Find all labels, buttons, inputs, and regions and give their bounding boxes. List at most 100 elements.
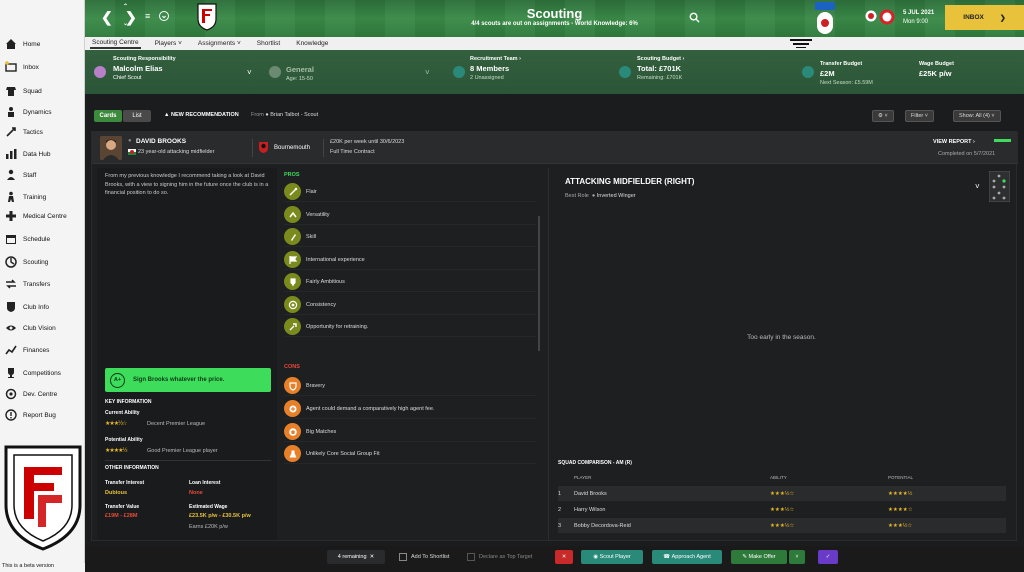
resp-label: Scouting Responsibility — [113, 56, 176, 62]
team-sub: 2 Unassigned — [470, 75, 504, 81]
date-display: 5 JUL 2021 Mon 9:00 — [903, 9, 934, 27]
close-icon[interactable]: ✕ — [370, 554, 375, 560]
report-bug-icon — [4, 409, 18, 421]
chevron-right-icon: › — [682, 56, 685, 62]
make-offer-button[interactable]: ✎ Make Offer — [731, 550, 787, 564]
list-view-button[interactable]: List — [123, 110, 151, 122]
con-label: Bravery — [306, 382, 325, 389]
flair-icon — [284, 183, 301, 200]
column-header-ability[interactable]: ABILITY — [770, 475, 787, 480]
sidebar-item-competitions[interactable]: Competitions — [4, 365, 61, 381]
scouting-responsibility[interactable]: Scouting Responsibility Malcolm Elias Ch… — [113, 56, 176, 81]
pros-scrollbar[interactable] — [538, 216, 540, 351]
tab-scouting-centre[interactable]: Scouting Centre — [90, 38, 141, 49]
sidebar-item-dev-centre[interactable]: Dev. Centre — [4, 386, 57, 402]
inbox-button[interactable]: INBOX ❯ — [945, 5, 1024, 30]
chevron-down-icon[interactable]: ˅ — [247, 68, 252, 77]
sidebar-item-label: Transfers — [23, 280, 51, 288]
column-header-player[interactable]: PLAYER — [574, 475, 591, 480]
player-name[interactable]: DAVID BROOKS — [136, 138, 186, 145]
sidebar-item-scouting[interactable]: Scouting — [4, 254, 48, 270]
search-icon[interactable] — [689, 12, 700, 23]
scouting-range[interactable]: General Age: 15-50 — [286, 65, 314, 82]
table-row[interactable]: 1 David Brooks ★★★½☆ ★★★★½ — [558, 486, 1006, 501]
pro-label: Skill — [306, 233, 317, 240]
versatility-icon — [284, 206, 301, 223]
tab-assignments[interactable]: Assignments ˅ — [196, 39, 243, 48]
declare-top-target-checkbox[interactable]: Declare as Top Target — [467, 550, 532, 564]
approach-agent-button[interactable]: ☎ Approach Agent — [652, 550, 722, 564]
sub-nav-tabs: Scouting Centre Players ˅ Assignments ˅ … — [85, 37, 1024, 50]
pro-label: Versatility — [306, 211, 330, 218]
sidebar-item-club-info[interactable]: Club Info — [4, 299, 49, 315]
pro-item: Versatility — [284, 205, 536, 225]
inbox-label: INBOX — [963, 14, 984, 21]
loan-interest-value: None — [189, 490, 203, 496]
new-rec-label: NEW RECOMMENDATION — [170, 112, 239, 118]
scout-player-button[interactable]: ◉ Scout Player — [581, 550, 643, 564]
sidebar-item-tactics[interactable]: Tactics — [4, 124, 43, 140]
divider — [252, 139, 253, 157]
report-card: ● DAVID BROOKS 23 year-old attacking mid… — [91, 131, 1018, 541]
from-filter[interactable]: From ● Brian Talbot - Scout — [251, 112, 318, 118]
sidebar-item-inbox[interactable]: Inbox — [4, 59, 39, 75]
table-row[interactable]: 3 Bobby Decordova-Reid ★★★½☆ ★★★½☆ — [558, 518, 1006, 533]
scout-player-label: Scout Player — [599, 554, 631, 560]
add-to-shortlist-checkbox[interactable]: Add To Shortlist — [399, 550, 449, 564]
sidebar-item-dynamics[interactable]: Dynamics — [4, 104, 52, 120]
resp-name: Malcolm Elias — [113, 64, 163, 73]
sidebar-item-data-hub[interactable]: Data Hub — [4, 146, 50, 162]
approach-agent-label: Approach Agent — [671, 554, 711, 560]
sidebar-item-medical-centre[interactable]: Medical Centre — [4, 208, 67, 224]
transfer-sub: Next Season: £5.59M — [820, 80, 873, 86]
sidebar-item-label: Club Info — [23, 303, 50, 311]
make-offer-dropdown[interactable]: ˅ — [789, 550, 805, 564]
column-header-potential[interactable]: POTENTIAL — [888, 475, 913, 480]
scouting-budget[interactable]: Scouting Budget › Total: £701K Remaining… — [637, 56, 684, 81]
sidebar-item-club-vision[interactable]: Club Vision — [4, 320, 56, 336]
sidebar-item-home[interactable]: Home — [4, 36, 40, 52]
sidebar-item-report-bug[interactable]: Report Bug — [4, 407, 56, 423]
sidebar-item-label: Tactics — [23, 128, 43, 136]
tab-shortlist[interactable]: Shortlist — [255, 39, 282, 48]
table-row[interactable]: 2 Harry Wilson ★★★½☆ ★★★★☆ — [558, 502, 1006, 517]
hamburger-menu-icon[interactable] — [790, 39, 812, 49]
competitions-icon — [4, 367, 18, 379]
chevron-down-icon[interactable]: ˅ — [425, 68, 430, 77]
club-info-icon — [4, 301, 18, 313]
view-report-link[interactable]: VIEW REPORT › — [933, 139, 975, 145]
from-label: From — [251, 112, 264, 118]
row-player-name: Harry Wilson — [574, 506, 606, 513]
sidebar-item-training[interactable]: Training — [4, 189, 46, 205]
recruitment-team[interactable]: Recruitment Team › 8 Members 2 Unassigne… — [470, 56, 521, 81]
tab-knowledge[interactable]: Knowledge — [294, 39, 330, 48]
pro-item: Opportunity for retraining. — [284, 317, 536, 337]
sidebar-item-transfers[interactable]: Transfers — [4, 276, 50, 292]
chevron-down-icon: ˅ — [795, 554, 799, 560]
sidebar-item-label: Medical Centre — [23, 212, 67, 220]
sidebar-item-label: Training — [23, 193, 47, 201]
best-role: Best Role ● Inverted Winger — [565, 193, 636, 199]
pitch-position-icon — [989, 171, 1010, 202]
checkbox-icon — [399, 553, 407, 561]
sidebar-item-schedule[interactable]: Schedule — [4, 231, 50, 247]
cards-view-button[interactable]: Cards — [94, 110, 122, 122]
settings-button[interactable]: ⚙ ˅ — [872, 110, 894, 122]
data-hub-icon — [4, 148, 18, 160]
pro-item: International experience — [284, 250, 536, 270]
player-club[interactable]: Bournemouth — [274, 145, 310, 151]
sidebar-item-finances[interactable]: Finances — [4, 342, 49, 358]
show-dropdown[interactable]: Show: All (4) ˅ — [953, 110, 1001, 122]
tab-players[interactable]: Players ˅ — [153, 39, 184, 48]
sidebar-item-staff[interactable]: Staff — [4, 167, 36, 183]
filter-button[interactable]: Filter ˅ — [905, 110, 934, 122]
chevron-down-icon[interactable]: ˅ — [975, 182, 980, 191]
report-summary-column: From my previous knowledge I recommend t… — [97, 168, 277, 540]
confirm-button[interactable]: ✓ — [818, 550, 838, 564]
player-avatar[interactable] — [100, 136, 122, 160]
new-recommendation-button[interactable]: ▲ NEW RECOMMENDATION — [164, 112, 239, 118]
pro-label: Fairly Ambitious — [306, 278, 345, 285]
tactics-icon — [4, 126, 18, 138]
sidebar-item-squad[interactable]: Squad — [4, 83, 42, 99]
dismiss-button[interactable]: ✕ — [555, 550, 573, 564]
